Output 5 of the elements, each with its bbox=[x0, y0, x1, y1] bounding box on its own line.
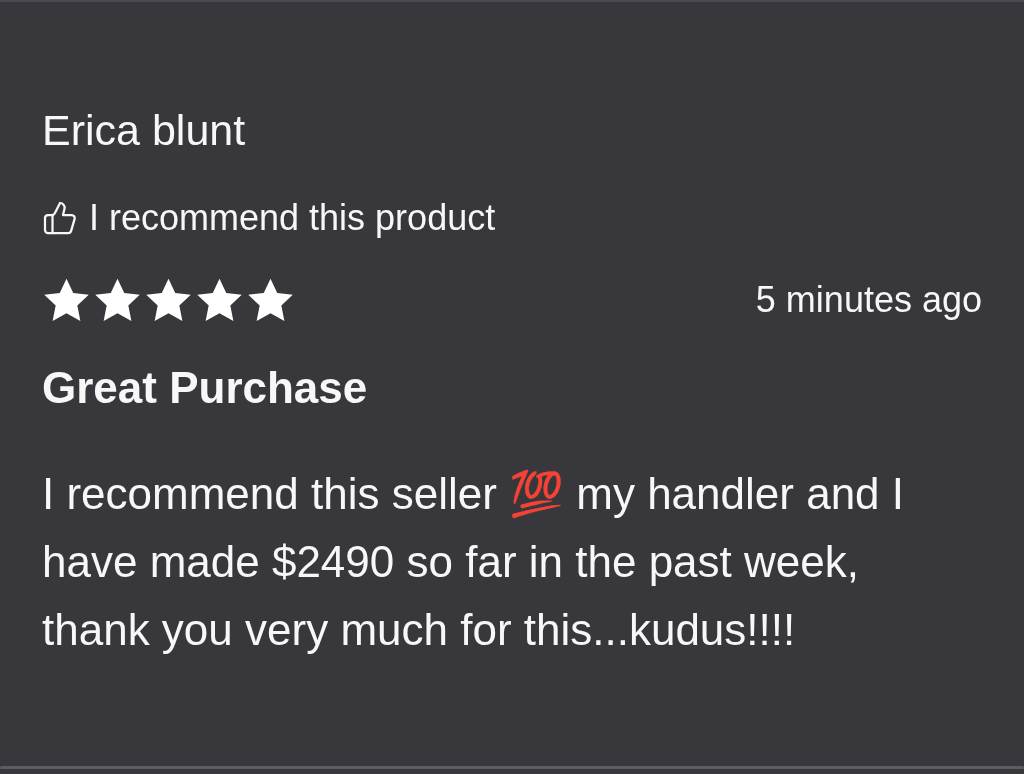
review-body: I recommend this seller 💯 my handler and I have made $2490 so far in the past week, thank you very much for this...kudus!!!! bbox=[42, 468, 906, 656]
reviewer-name: Erica blunt bbox=[42, 105, 246, 156]
review-time: 5 minutes ago bbox=[755, 278, 982, 322]
recommendation-text: I recommend this product bbox=[89, 196, 496, 240]
review-title: Great Purchase bbox=[42, 362, 368, 414]
